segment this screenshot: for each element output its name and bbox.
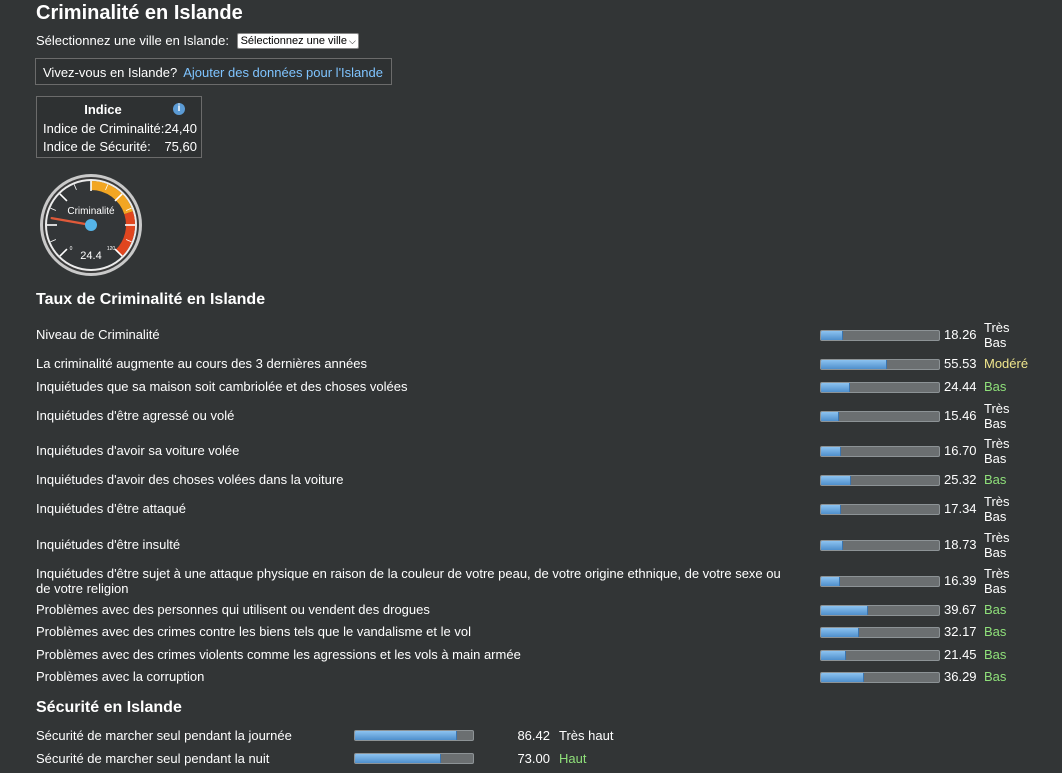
crime-row-bar-fill [821, 628, 859, 637]
crime-row-label: Inquiétudes d'avoir sa voiture volée [36, 443, 240, 458]
safety-row-bar [354, 753, 474, 764]
crime-section-title: Taux de Criminalité en Islande [36, 291, 266, 308]
crime-row-level: Bas [984, 602, 1007, 617]
safety-row-label: Sécurité de marcher seul pendant la jour… [36, 728, 292, 743]
crime-row-bar [820, 605, 940, 616]
crime-row-label: Inquiétudes d'être attaqué [36, 501, 186, 516]
crime-row-level: Bas [984, 669, 1007, 684]
gauge-value: 24.4 [80, 250, 101, 262]
crime-row-bar-fill [821, 577, 841, 586]
index-panel: Indice i Indice de Criminalité: 24,40 In… [36, 96, 202, 158]
crime-row-bar [820, 382, 940, 393]
crime-row-level: Bas [984, 379, 1007, 394]
chevron-down-icon: ⌵ [349, 36, 356, 46]
crime-row-label: Problèmes avec des crimes violents comme… [36, 647, 521, 662]
crime-row-label: Inquiétudes que sa maison soit cambriolé… [36, 379, 408, 394]
safety-index-value: 75,60 [164, 139, 197, 154]
crime-row-bar [820, 359, 940, 370]
crime-row-bar-fill [821, 360, 887, 369]
safety-row-bar-fill [355, 754, 442, 763]
crime-row-value: 36.29 [944, 669, 977, 684]
crime-row-level: Bas [984, 624, 1007, 639]
page-title: Criminalité en Islande [36, 2, 243, 24]
crime-row-value: 16.39 [944, 573, 977, 588]
crime-row-bar [820, 672, 940, 683]
crime-index-value: 24,40 [164, 121, 197, 136]
crime-row-level: Très Bas [984, 320, 1010, 350]
crime-row-bar [820, 576, 940, 587]
crime-row-bar-fill [821, 331, 843, 340]
safety-row-level: Haut [559, 751, 587, 766]
safety-section-title: Sécurité en Islande [36, 699, 182, 716]
info-icon[interactable]: i [173, 103, 185, 115]
city-select-value: Sélectionnez une ville [240, 35, 347, 47]
crime-row-value: 21.45 [944, 647, 977, 662]
crime-row-bar [820, 627, 940, 638]
crime-row-bar-fill [821, 673, 864, 682]
crime-row-value: 18.73 [944, 537, 977, 552]
safety-row-value: 73.00 [517, 751, 550, 766]
safety-row-bar-fill [355, 731, 457, 740]
crime-row-bar-fill [821, 541, 844, 550]
gauge-min-label: 0 [70, 246, 73, 252]
crime-row-bar-fill [821, 383, 850, 392]
live-question: Vivez-vous en Islande? [43, 65, 178, 80]
crime-row-bar [820, 540, 940, 551]
gauge-hub [85, 219, 97, 231]
contribute-box: Vivez-vous en Islande? Ajouter des donnée… [35, 58, 392, 85]
crime-row-value: 18.26 [944, 327, 977, 342]
crime-row-value: 24.44 [944, 379, 977, 394]
crime-row-bar-fill [821, 447, 841, 456]
crime-gauge: Criminalité 0 120 24.4 [40, 174, 142, 276]
crime-row-value: 17.34 [944, 501, 977, 516]
crime-row-label: Inquiétudes d'être insulté [36, 537, 181, 552]
crime-row-bar-fill [821, 606, 868, 615]
crime-row-bar-fill [821, 505, 842, 514]
crime-row-label: Inquiétudes d'être sujet à une attaque p… [36, 566, 781, 596]
city-select-label: Sélectionnez une ville en Islande: [36, 33, 229, 48]
crime-row-bar-fill [821, 412, 840, 421]
add-data-link[interactable]: Ajouter des données pour l'Islande [183, 65, 383, 80]
crime-row-label: La criminalité augmente au cours des 3 d… [36, 356, 367, 371]
crime-row-level: Très Bas [984, 401, 1010, 431]
crime-row-bar [820, 650, 940, 661]
safety-row-label: Sécurité de marcher seul pendant la nuit [36, 751, 270, 766]
crime-row-bar [820, 411, 940, 422]
crime-row-label: Problèmes avec des personnes qui utilise… [36, 602, 430, 617]
index-header: Indice [84, 102, 122, 117]
city-select[interactable]: Sélectionnez une ville ⌵ [236, 33, 359, 49]
crime-row-bar [820, 446, 940, 457]
crime-row-level: Très Bas [984, 530, 1010, 560]
safety-row-value: 86.42 [517, 728, 550, 743]
crime-index-label: Indice de Criminalité: [43, 121, 165, 136]
crime-row-label: Niveau de Criminalité [36, 327, 160, 342]
crime-row-label: Problèmes avec la corruption [36, 669, 205, 684]
crime-row-bar [820, 475, 940, 486]
crime-row-level: Modéré [984, 356, 1029, 371]
safety-index-label: Indice de Sécurité: [43, 139, 151, 154]
crime-row-level: Très Bas [984, 436, 1010, 466]
gauge-label: Criminalité [67, 206, 115, 217]
crime-row-bar-fill [821, 651, 847, 660]
crime-row-bar-fill [821, 476, 851, 485]
crime-row-bar [820, 330, 940, 341]
crime-row-level: Très Bas [984, 494, 1010, 524]
safety-row-bar [354, 730, 474, 741]
crime-row-value: 15.46 [944, 408, 977, 423]
crime-row-level: Bas [984, 647, 1007, 662]
crime-row-value: 39.67 [944, 602, 977, 617]
crime-row-level: Très Bas [984, 566, 1010, 596]
crime-row-value: 55.53 [944, 356, 977, 371]
crime-row-level: Bas [984, 472, 1007, 487]
gauge-max-label: 120 [107, 246, 116, 252]
crime-row-label: Problèmes avec des crimes contre les bie… [36, 624, 471, 639]
crime-row-value: 16.70 [944, 443, 977, 458]
crime-row-bar [820, 504, 940, 515]
safety-row-level: Très haut [559, 728, 614, 743]
crime-row-value: 25.32 [944, 472, 977, 487]
crime-row-label: Inquiétudes d'être agressé ou volé [36, 408, 235, 423]
crime-row-label: Inquiétudes d'avoir des choses volées da… [36, 472, 344, 487]
crime-row-value: 32.17 [944, 624, 977, 639]
city-selector-row: Sélectionnez une ville en Islande: Sélec… [36, 33, 359, 49]
